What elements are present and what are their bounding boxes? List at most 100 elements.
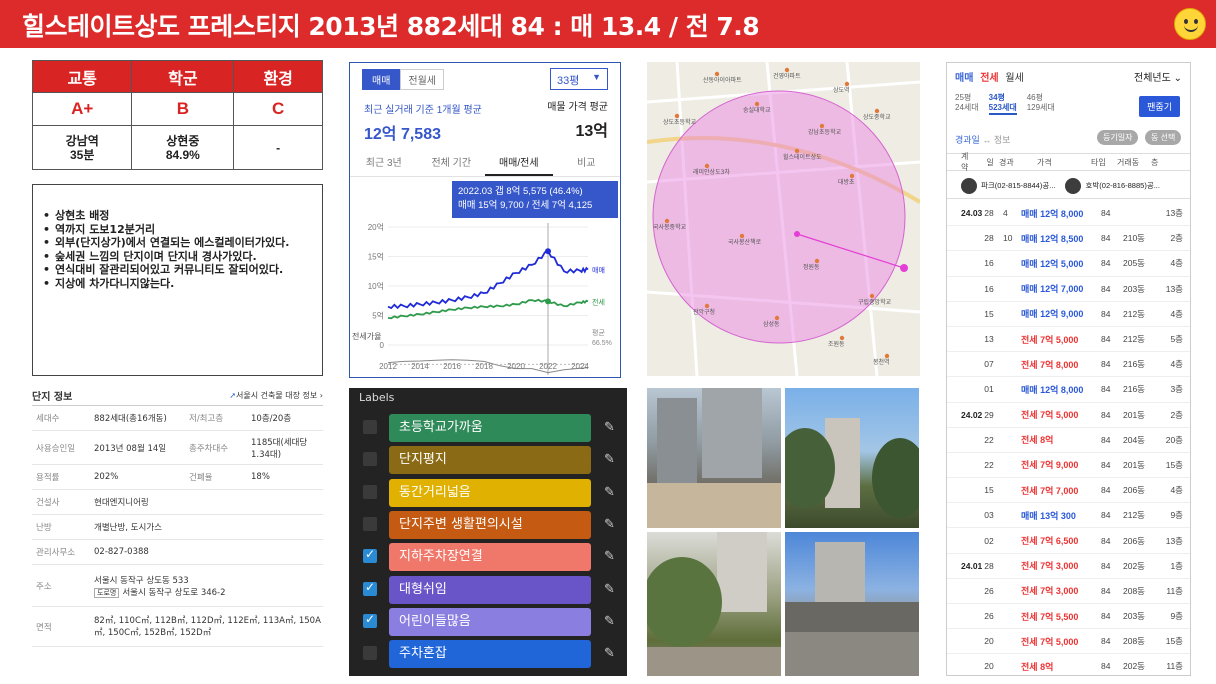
pencil-icon[interactable]: ✎ <box>604 582 615 597</box>
tx-row[interactable]: 03 매매 13억 300 84 212동 9층 <box>947 503 1190 529</box>
tx-tab-sale[interactable]: 매매 <box>955 73 973 84</box>
tx-day: 02 <box>984 535 994 546</box>
tx-dong: 203동 <box>1123 611 1146 622</box>
tx-row[interactable]: 24.01 28 전세 7억 3,000 84 202동 1층 <box>947 554 1190 579</box>
registry-date-pill[interactable]: 등기일자 <box>1097 130 1139 145</box>
label-checkbox[interactable] <box>363 612 377 628</box>
poi-marker-icon[interactable] <box>754 101 760 107</box>
label-checkbox[interactable] <box>363 484 377 499</box>
label-checkbox[interactable] <box>363 420 377 434</box>
tx-row[interactable]: 01 매매 12억 8,000 84 216동 3층 <box>947 377 1190 403</box>
tx-floor: 13층 <box>1165 283 1183 294</box>
tx-tab-lease[interactable]: 전세 <box>980 73 998 84</box>
label-checkbox[interactable] <box>363 646 377 661</box>
label-pill[interactable]: 초등학교가까움 <box>389 414 591 442</box>
label-pill[interactable]: 단지주변 생활편의시설 <box>389 510 591 539</box>
label-pill[interactable]: 지하주차장연결 <box>389 543 591 572</box>
tx-row[interactable]: 24.03 28 4 매매 12억 8,000 84 13층 <box>947 201 1190 227</box>
info-toggle[interactable]: ↔ 정보 <box>982 135 1010 145</box>
follow-button[interactable]: 팬줍기 <box>1139 96 1180 117</box>
pencil-icon[interactable]: ✎ <box>604 420 615 435</box>
pencil-icon[interactable]: ✎ <box>604 646 615 661</box>
size-pyeong: 34평 <box>988 93 1005 102</box>
poi-marker-icon[interactable] <box>664 218 670 224</box>
poi-marker-icon[interactable] <box>704 303 710 309</box>
pencil-icon[interactable]: ✎ <box>604 517 615 532</box>
tx-row[interactable]: 13 전세 7억 5,000 84 212동 5층 <box>947 327 1190 353</box>
tx-row[interactable]: 22 전세 8억 84 204동 20층 <box>947 428 1190 453</box>
tx-amount: 7억 5,000 <box>1040 636 1079 647</box>
road-tag: 도로명 <box>94 587 120 598</box>
pencil-icon[interactable]: ✎ <box>604 485 615 500</box>
tx-type: 84 <box>1101 510 1111 521</box>
size-option-25[interactable]: 25평 24세대 <box>955 93 979 115</box>
poi-marker-icon[interactable] <box>704 163 710 169</box>
tx-day: 13 <box>984 334 994 345</box>
label-pill[interactable]: 동간거리넓음 <box>389 478 591 507</box>
poi-marker-icon[interactable] <box>774 315 780 321</box>
poi-marker-icon[interactable] <box>874 108 880 114</box>
poi-marker-icon[interactable] <box>814 258 820 264</box>
tx-type: 84 <box>1101 233 1111 244</box>
building-registry-link-label: 서울시 건축물 대장 정보 <box>236 391 318 400</box>
tx-row[interactable]: 15 전세 7억 7,000 84 206동 4층 <box>947 478 1190 504</box>
size-units: 523세대 <box>988 103 1017 115</box>
tx-row[interactable]: 07 전세 7억 8,000 84 216동 4층 <box>947 352 1190 378</box>
tx-amount: 7억 5,000 <box>1040 410 1079 421</box>
tx-row[interactable]: 16 매매 12억 7,000 84 203동 13층 <box>947 277 1190 302</box>
tx-price: 전세 8억 <box>1021 433 1101 446</box>
tx-row[interactable]: 16 매매 12억 5,000 84 205동 4층 <box>947 251 1190 277</box>
label-pill[interactable]: 대형쉬임 <box>389 575 591 604</box>
year-select[interactable]: 전체년도 ⌄ <box>1134 69 1182 84</box>
tx-tab-monthly[interactable]: 월세 <box>1005 73 1023 84</box>
poi-marker-icon[interactable] <box>674 113 680 119</box>
tx-type: 84 <box>1101 359 1111 370</box>
tx-kind: 매매 <box>1021 384 1038 395</box>
elapsed-toggle[interactable]: 경과일 <box>955 135 980 145</box>
poi-marker-icon[interactable] <box>819 123 825 129</box>
pencil-icon[interactable]: ✎ <box>604 452 615 467</box>
tx-sub-header: 경과일 ↔ 정보 <box>955 133 1010 146</box>
size-option-34[interactable]: 34평 523세대 <box>988 93 1017 115</box>
tx-kind: 전세 <box>1021 561 1038 572</box>
poi-marker-icon[interactable] <box>839 335 845 341</box>
label-pill[interactable]: 어린이들많음 <box>389 607 591 636</box>
tx-row[interactable]: 20 전세 7억 5,000 84 208동 15층 <box>947 629 1190 655</box>
poi-marker-icon[interactable] <box>784 67 790 73</box>
poi-marker-icon[interactable] <box>714 71 720 77</box>
tx-row[interactable]: 22 전세 7억 9,000 84 201동 15층 <box>947 453 1190 479</box>
tx-row[interactable]: 26 전세 7억 5,500 84 203동 9층 <box>947 604 1190 630</box>
label-checkbox[interactable] <box>363 452 377 467</box>
poi-marker-icon[interactable] <box>869 293 875 299</box>
pencil-icon[interactable]: ✎ <box>604 549 615 564</box>
size-option-46[interactable]: 46평 129세대 <box>1027 93 1055 115</box>
tx-row[interactable]: 15 매매 12억 9,000 84 212동 4층 <box>947 302 1190 327</box>
area-map[interactable]: 산동아이아파트 건영아파트 상도역 상도초등학교 숭실대학교 강남초등학교 상도중학교 래미안… <box>647 62 920 376</box>
col-floor: 층 <box>1151 157 1159 167</box>
poi-marker-icon[interactable] <box>884 353 890 359</box>
agent-name[interactable]: 파크(02-815-8844)공... <box>981 180 1055 191</box>
tx-tabs: 매매 전세 월세 <box>955 69 1024 84</box>
tx-row[interactable]: 02 전세 7억 6,500 84 206동 13층 <box>947 528 1190 554</box>
tx-day: 03 <box>984 510 994 521</box>
agent-name[interactable]: 호박(02-816-8885)공... <box>1085 180 1159 191</box>
label-pill[interactable]: 주차혼잡 <box>389 640 591 669</box>
poi-marker-icon[interactable] <box>844 81 850 87</box>
poi-marker-icon[interactable] <box>794 148 800 154</box>
poi-marker-icon[interactable] <box>739 233 745 239</box>
building-registry-link[interactable]: ➚서울시 건축물 대장 정보 › <box>229 390 323 401</box>
label-checkbox[interactable] <box>363 516 377 531</box>
pencil-icon[interactable]: ✎ <box>604 614 615 629</box>
tx-day: 20 <box>984 661 994 672</box>
poi-label: 국사봉산책로 <box>728 238 762 246</box>
tx-row[interactable]: 24.02 29 전세 7억 5,000 84 201동 2층 <box>947 403 1190 428</box>
label-checkbox[interactable] <box>363 580 377 596</box>
label-pill[interactable]: 단지평지 <box>389 446 591 475</box>
tx-row[interactable]: 28 10 매매 12억 8,500 84 210동 2층 <box>947 226 1190 252</box>
tx-row[interactable]: 20 전세 8억 84 202동 11층 <box>947 654 1190 675</box>
tx-row[interactable]: 26 전세 7억 3,000 84 208동 11층 <box>947 579 1190 604</box>
dong-select-pill[interactable]: 동 선택 <box>1145 130 1182 145</box>
label-checkbox[interactable] <box>363 547 377 564</box>
poi-marker-icon[interactable] <box>849 173 855 179</box>
info-label: 면적 <box>36 622 52 633</box>
